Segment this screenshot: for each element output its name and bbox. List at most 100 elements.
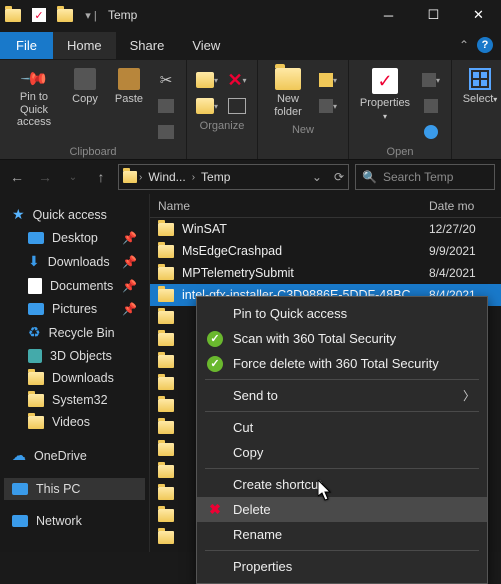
close-button[interactable]: ✕ (456, 0, 501, 30)
address-row: ← → ⌄ ↑ › Wind... › Temp ⌄ ⟳ 🔍 Search Te… (0, 160, 501, 194)
folder-icon (158, 355, 174, 368)
copy-button[interactable]: Copy (64, 64, 106, 144)
ctx-force-delete-360[interactable]: ✓Force delete with 360 Total Security (197, 351, 487, 376)
file-row[interactable]: MsEdgeCrashpad 9/9/2021 (150, 240, 501, 262)
properties-button[interactable]: ✓Properties ▾ (355, 64, 415, 144)
edit-button[interactable] (417, 94, 445, 118)
file-date: 9/9/2021 (429, 244, 501, 258)
ctx-separator (205, 550, 479, 551)
chevron-icon[interactable]: › (192, 172, 195, 183)
clipboard-group-label: Clipboard (69, 146, 116, 158)
help-icon[interactable]: ? (477, 37, 493, 53)
rename-button[interactable] (223, 94, 251, 118)
pin-icon: 📌 (122, 302, 137, 316)
sidebar-this-pc[interactable]: This PC (4, 478, 145, 500)
ctx-separator (205, 468, 479, 469)
column-date-header[interactable]: Date mo (429, 199, 501, 213)
file-name: MsEdgeCrashpad (182, 244, 421, 258)
tab-file[interactable]: File (0, 32, 53, 59)
sidebar-network[interactable]: Network (4, 510, 145, 532)
sidebar-desktop[interactable]: Desktop📌 (4, 227, 145, 249)
column-name-header[interactable]: Name (150, 199, 429, 213)
tab-share[interactable]: Share (116, 32, 179, 59)
folder-icon (158, 421, 174, 434)
ctx-cut[interactable]: Cut (197, 415, 487, 440)
folder-icon (158, 267, 174, 280)
breadcrumb-windows[interactable]: Wind... (144, 170, 189, 184)
delete-button[interactable]: ✕▾ (223, 68, 251, 92)
sidebar-videos[interactable]: Videos (4, 411, 145, 433)
sidebar-system32[interactable]: System32 (4, 389, 145, 411)
paste-shortcut-button[interactable] (152, 120, 180, 144)
recent-locations-button[interactable]: ⌄ (62, 172, 84, 183)
qat-dropdown-icon[interactable]: ▾ | (81, 5, 101, 25)
context-menu: Pin to Quick access ✓Scan with 360 Total… (196, 296, 488, 584)
file-row[interactable]: WinSAT12/27/20 (150, 218, 501, 240)
select-button[interactable]: Select▾ (458, 64, 501, 110)
ribbon-collapse-icon[interactable]: ⌃ (459, 38, 469, 52)
history-button[interactable] (417, 120, 445, 144)
qat-folder2-icon[interactable] (55, 5, 75, 25)
back-button[interactable]: ← (6, 169, 28, 185)
sidebar-3d-objects[interactable]: 3D Objects (4, 345, 145, 367)
organize-group-label: Organize (200, 120, 245, 132)
folder-icon (158, 487, 174, 500)
sidebar-onedrive[interactable]: ☁OneDrive (4, 443, 145, 468)
ctx-properties[interactable]: Properties (197, 554, 487, 579)
minimize-button[interactable]: ─ (366, 0, 411, 30)
chevron-icon[interactable]: › (139, 172, 142, 183)
pin-to-quick-access-button[interactable]: 📌Pin to Quick access (6, 64, 62, 144)
titlebar: ✓ ▾ | Temp ─ ☐ ✕ (0, 0, 501, 30)
folder-icon (158, 399, 174, 412)
ctx-create-shortcut[interactable]: Create shortcut (197, 472, 487, 497)
address-bar[interactable]: › Wind... › Temp ⌄ ⟳ (118, 164, 349, 190)
tab-view[interactable]: View (178, 32, 234, 59)
cut-button[interactable]: ✂ (152, 68, 180, 92)
sidebar-quick-access[interactable]: ★Quick access (4, 202, 145, 227)
sidebar-pictures[interactable]: Pictures📌 (4, 298, 145, 320)
file-date: 8/4/2021 (429, 266, 501, 280)
folder-icon (158, 245, 174, 258)
paste-button[interactable]: Paste (108, 64, 150, 144)
easy-access-button[interactable]: ▾ (314, 94, 342, 118)
qat-folder-icon[interactable] (3, 5, 23, 25)
sidebar-documents[interactable]: Documents📌 (4, 274, 145, 298)
new-item-button[interactable]: ▾ (314, 68, 342, 92)
qat-properties-icon[interactable]: ✓ (29, 5, 49, 25)
sidebar-downloads-2[interactable]: Downloads (4, 367, 145, 389)
breadcrumb-temp[interactable]: Temp (197, 170, 234, 184)
folder-icon (158, 223, 174, 236)
new-folder-button[interactable]: New folder (264, 64, 312, 122)
search-input[interactable]: 🔍 Search Temp (355, 164, 495, 190)
folder-icon (158, 509, 174, 522)
ctx-separator (205, 411, 479, 412)
file-name: MPTelemetrySubmit (182, 266, 421, 280)
ctx-copy[interactable]: Copy (197, 440, 487, 465)
copy-to-button[interactable]: ▾ (193, 94, 221, 118)
file-date: 12/27/20 (429, 222, 501, 236)
folder-icon (158, 531, 174, 544)
ctx-scan-360[interactable]: ✓Scan with 360 Total Security (197, 326, 487, 351)
maximize-button[interactable]: ☐ (411, 0, 456, 30)
window-title: Temp (108, 8, 366, 22)
open-button[interactable]: ▾ (417, 68, 445, 92)
file-row[interactable]: MPTelemetrySubmit 8/4/2021 (150, 262, 501, 284)
sidebar-downloads[interactable]: ⬇Downloads📌 (4, 249, 145, 274)
sidebar-recycle-bin[interactable]: ♻Recycle Bin (4, 320, 145, 345)
address-dropdown-icon[interactable]: ⌄ (312, 170, 322, 184)
search-placeholder: Search Temp (383, 170, 453, 184)
folder-icon (158, 443, 174, 456)
copy-path-button[interactable] (152, 94, 180, 118)
ctx-pin-to-quick-access[interactable]: Pin to Quick access (197, 301, 487, 326)
forward-button[interactable]: → (34, 169, 56, 185)
ribbon-tabs: File Home Share View ⌃ ? (0, 30, 501, 60)
refresh-icon[interactable]: ⟳ (334, 170, 344, 184)
ctx-delete[interactable]: ✖Delete (197, 497, 487, 522)
folder-icon (158, 377, 174, 390)
up-button[interactable]: ↑ (90, 169, 112, 185)
ctx-send-to[interactable]: Send to〉 (197, 383, 487, 408)
search-icon: 🔍 (362, 170, 377, 184)
ctx-rename[interactable]: Rename (197, 522, 487, 547)
tab-home[interactable]: Home (53, 32, 116, 59)
move-to-button[interactable]: ▾ (193, 68, 221, 92)
